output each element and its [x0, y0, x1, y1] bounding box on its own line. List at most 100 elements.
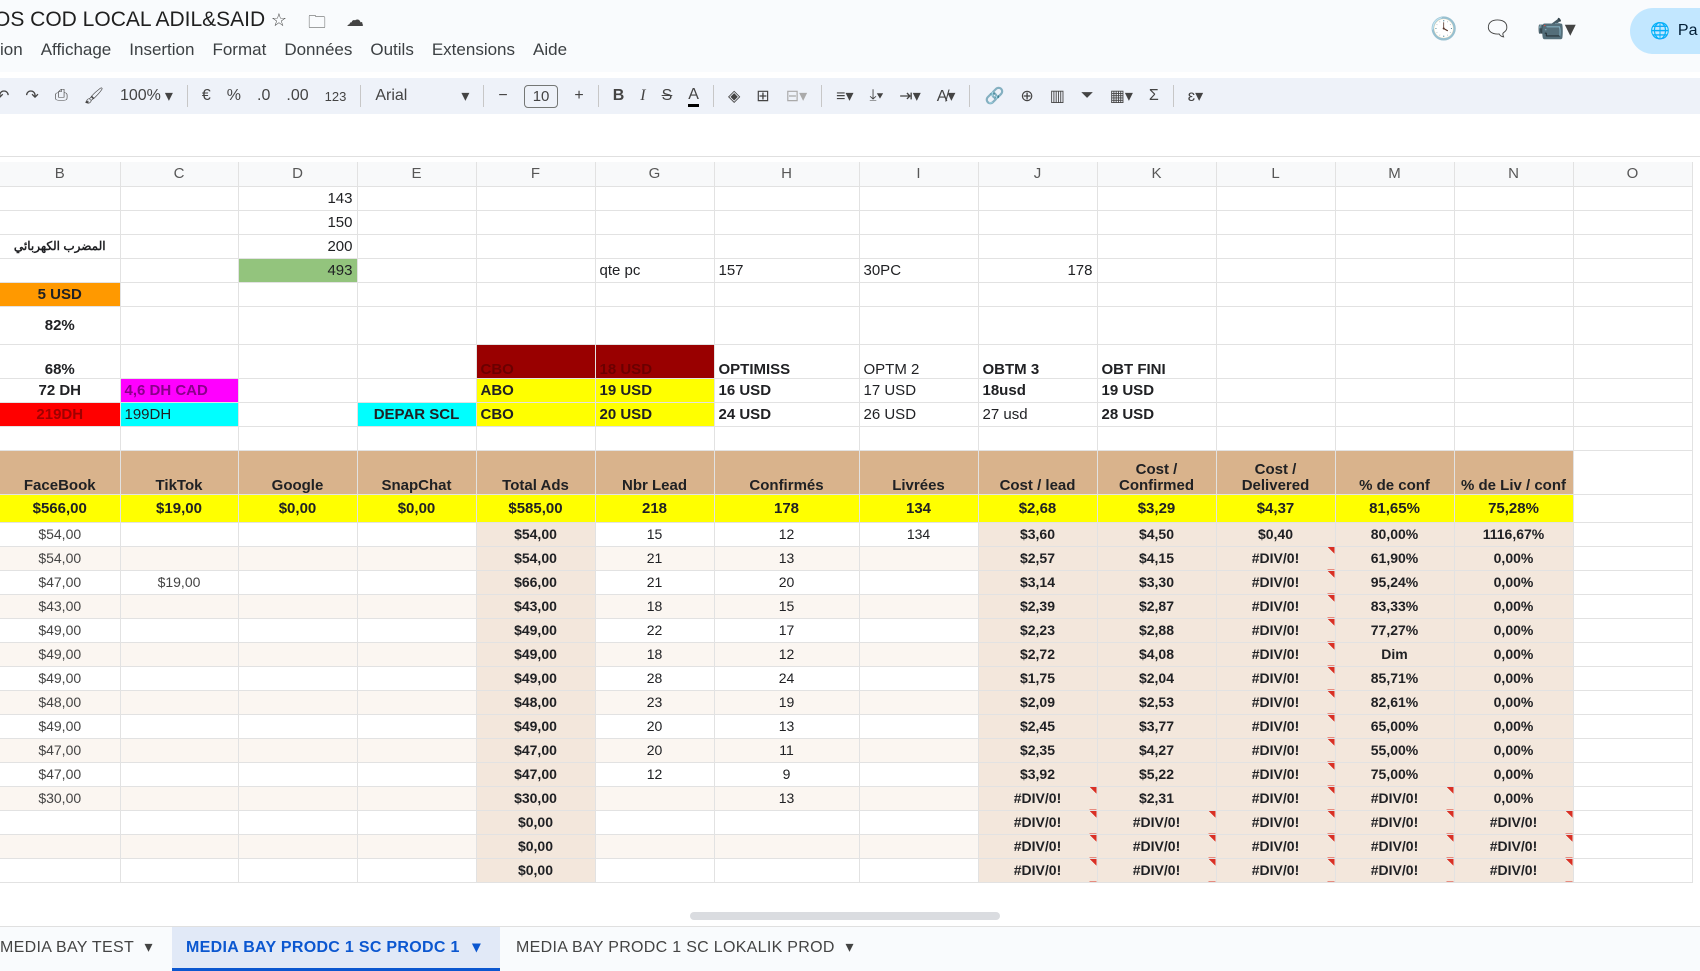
cell[interactable]: DEPAR SCL: [357, 402, 477, 427]
cell[interactable]: $49,00: [0, 714, 121, 739]
cell[interactable]: #DIV/0!: [1216, 594, 1336, 619]
cell[interactable]: [1335, 378, 1455, 403]
cell[interactable]: [1454, 234, 1574, 259]
cell[interactable]: [120, 344, 239, 379]
cell[interactable]: [859, 234, 979, 259]
cell[interactable]: #DIV/0!: [1097, 810, 1217, 835]
redo-icon[interactable]: ↷: [25, 86, 38, 106]
cell[interactable]: 21: [595, 546, 715, 571]
cell[interactable]: 12: [714, 522, 860, 547]
cell[interactable]: $2,57: [978, 546, 1098, 571]
cell[interactable]: [1454, 258, 1574, 283]
cell[interactable]: $2,35: [978, 738, 1098, 763]
cell[interactable]: [238, 834, 358, 859]
header-cell[interactable]: Confirmés: [714, 450, 860, 495]
cell[interactable]: 20: [595, 714, 715, 739]
menu-insertion[interactable]: Insertion: [129, 40, 194, 60]
column-header[interactable]: E: [357, 162, 477, 187]
cell[interactable]: [1573, 738, 1693, 763]
cell[interactable]: [238, 570, 358, 595]
column-header[interactable]: O: [1573, 162, 1693, 187]
cell[interactable]: المضرب الكهربائي: [0, 234, 121, 259]
cell[interactable]: $49,00: [0, 642, 121, 667]
cell[interactable]: [238, 306, 358, 345]
header-cell[interactable]: Cost / Confirmed: [1097, 450, 1217, 495]
header-cell[interactable]: FaceBook: [0, 450, 121, 495]
header-cell[interactable]: Cost / lead: [978, 450, 1098, 495]
cell[interactable]: 18: [595, 642, 715, 667]
column-header[interactable]: L: [1216, 162, 1336, 187]
cell[interactable]: [595, 858, 715, 883]
cell[interactable]: 19 USD: [595, 378, 715, 403]
cell[interactable]: [357, 344, 477, 379]
cell[interactable]: [595, 426, 715, 451]
star-icon[interactable]: ☆: [268, 10, 290, 40]
column-header[interactable]: C: [120, 162, 239, 187]
cell[interactable]: [714, 810, 860, 835]
cell[interactable]: #DIV/0!: [978, 858, 1098, 883]
cell[interactable]: 200: [238, 234, 358, 259]
filter-views-icon[interactable]: ▦▾: [1110, 86, 1133, 106]
column-header[interactable]: D: [238, 162, 358, 187]
cell[interactable]: 15: [595, 522, 715, 547]
input-tools-icon[interactable]: ɛ▾: [1188, 86, 1203, 106]
cell[interactable]: $2,39: [978, 594, 1098, 619]
cell[interactable]: [978, 282, 1098, 307]
cell[interactable]: 12: [714, 642, 860, 667]
cell[interactable]: 5 USD: [0, 282, 121, 307]
cell[interactable]: [859, 690, 979, 715]
cell[interactable]: 27 usd: [978, 402, 1098, 427]
cell[interactable]: [1573, 186, 1693, 211]
cell[interactable]: 0,00%: [1454, 642, 1574, 667]
cell[interactable]: [714, 834, 860, 859]
cell[interactable]: [1335, 306, 1455, 345]
column-header[interactable]: I: [859, 162, 979, 187]
decrease-decimals-button[interactable]: .0: [257, 87, 270, 105]
cell[interactable]: [1573, 522, 1693, 547]
cell[interactable]: OPTIMISS: [714, 344, 860, 379]
increase-decimals-button[interactable]: .00: [286, 87, 308, 105]
cell[interactable]: 15: [714, 594, 860, 619]
cell[interactable]: #DIV/0!: [1216, 738, 1336, 763]
menu-affichage[interactable]: Affichage: [41, 40, 112, 60]
cell[interactable]: [1335, 282, 1455, 307]
cell[interactable]: 13: [714, 714, 860, 739]
cell[interactable]: [120, 738, 239, 763]
cell[interactable]: [120, 234, 239, 259]
cell[interactable]: #DIV/0!: [1335, 786, 1455, 811]
cell[interactable]: $49,00: [476, 642, 596, 667]
cell[interactable]: [1573, 834, 1693, 859]
comments-icon[interactable]: 🗨: [1483, 16, 1511, 42]
total-cell[interactable]: 178: [714, 494, 860, 523]
cell[interactable]: $49,00: [476, 666, 596, 691]
cell[interactable]: OPTM 2: [859, 344, 979, 379]
chevron-down-icon[interactable]: ▾: [461, 86, 469, 106]
cell[interactable]: [1573, 450, 1693, 495]
cell[interactable]: [1335, 234, 1455, 259]
cell[interactable]: 18: [595, 594, 715, 619]
cell[interactable]: [1454, 210, 1574, 235]
cell[interactable]: [714, 426, 860, 451]
cell[interactable]: 21: [595, 570, 715, 595]
header-cell[interactable]: % de Liv / conf: [1454, 450, 1574, 495]
cell[interactable]: [1216, 234, 1336, 259]
cell[interactable]: #DIV/0!: [1335, 858, 1455, 883]
cell[interactable]: [0, 186, 121, 211]
cell[interactable]: [859, 834, 979, 859]
cell[interactable]: [714, 186, 860, 211]
cell[interactable]: [714, 210, 860, 235]
cell[interactable]: 75,00%: [1335, 762, 1455, 787]
functions-icon[interactable]: Σ: [1149, 87, 1159, 105]
cell[interactable]: $54,00: [476, 522, 596, 547]
header-cell[interactable]: Nbr Lead: [595, 450, 715, 495]
cell[interactable]: $19,00: [120, 570, 239, 595]
cell[interactable]: 17 USD: [859, 378, 979, 403]
history-icon[interactable]: 🕓: [1430, 16, 1457, 42]
cell[interactable]: $49,00: [476, 714, 596, 739]
cell[interactable]: 68%: [0, 344, 121, 379]
cell[interactable]: [859, 618, 979, 643]
cell[interactable]: [120, 546, 239, 571]
cell[interactable]: CBO: [476, 344, 596, 379]
cell[interactable]: $49,00: [0, 666, 121, 691]
cell[interactable]: 20 USD: [595, 402, 715, 427]
